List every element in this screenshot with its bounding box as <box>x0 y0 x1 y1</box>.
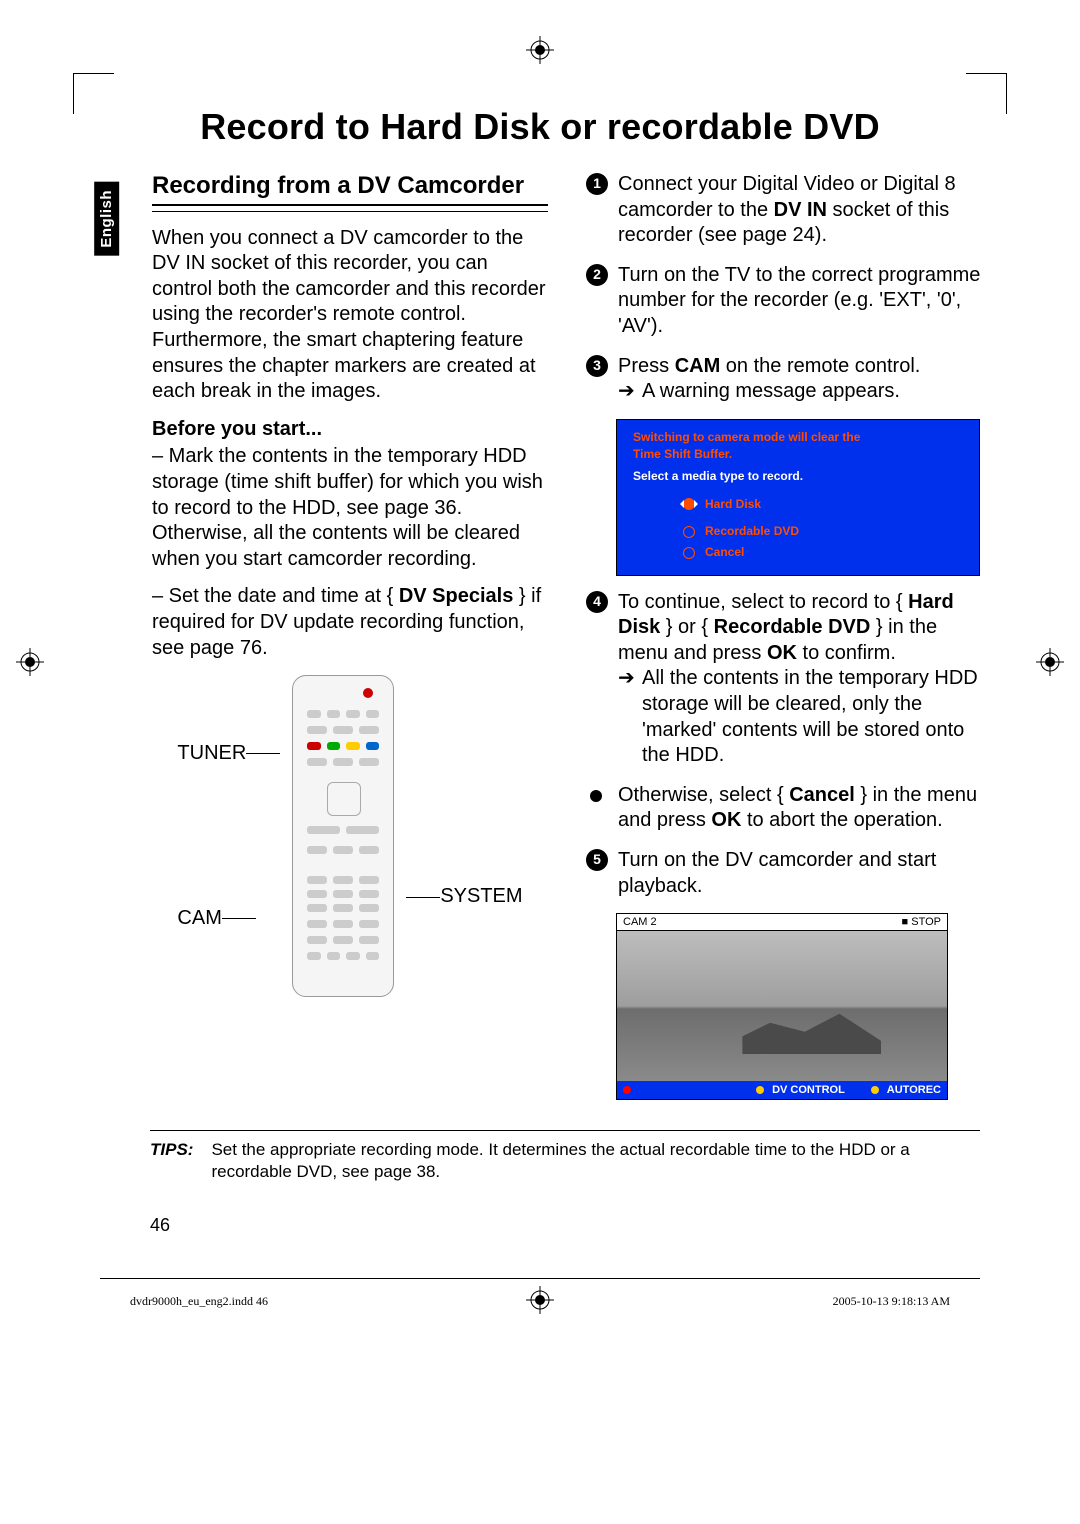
text: – Set the date and time at { <box>152 585 399 607</box>
dv-specials-label: DV Specials <box>399 585 514 607</box>
text: Otherwise, select { <box>618 784 789 806</box>
dialog-warning-line1: Switching to camera mode will clear the <box>633 430 963 445</box>
cam-label: CAM <box>177 906 280 932</box>
step-5: 5 Turn on the DV camcorder and start pla… <box>586 848 982 899</box>
cam-stop-label: ■ STOP <box>902 915 941 929</box>
text: To continue, select to record to { <box>618 591 908 613</box>
text: } or { <box>660 616 713 638</box>
radio-icon <box>683 547 695 559</box>
radio-icon <box>683 526 695 538</box>
dv-in-label: DV IN <box>774 199 827 221</box>
step-4-result: All the contents in the temporary HDD st… <box>618 666 982 768</box>
option-label: Recordable DVD <box>705 524 799 539</box>
yellow-led-icon <box>871 1086 879 1094</box>
right-column: 1 Connect your Digital Video or Digital … <box>586 172 982 1100</box>
text: Turn on the TV to the correct programme … <box>618 264 980 337</box>
registration-mark-left <box>16 648 44 676</box>
cam-button-label: CAM <box>675 355 721 377</box>
before-item-1: – Mark the contents in the temporary HDD… <box>152 444 548 572</box>
dialog-option-cancel[interactable]: Cancel <box>683 545 963 560</box>
dialog-option-recordable-dvd[interactable]: Recordable DVD <box>683 524 963 539</box>
tips-footer: TIPS: Set the appropriate recording mode… <box>150 1130 980 1183</box>
step-bullet-cancel: Otherwise, select { Cancel } in the menu… <box>586 783 982 834</box>
page-content: English Record to Hard Disk or recordabl… <box>94 104 986 1100</box>
remote-control-icon <box>292 675 394 997</box>
media-type-dialog: Switching to camera mode will clear the … <box>616 419 980 576</box>
bullet-5-icon: 5 <box>586 849 608 871</box>
language-tab: English <box>94 182 119 256</box>
dialog-option-hard-disk[interactable]: Hard Disk <box>683 492 963 518</box>
dialog-warning-line2: Time Shift Buffer. <box>633 447 963 462</box>
step-3-result: A warning message appears. <box>618 379 982 405</box>
recordable-dvd-label: Recordable DVD <box>714 616 871 638</box>
bullet-1-icon: 1 <box>586 173 608 195</box>
ok-label: OK <box>767 642 797 664</box>
page-number: 46 <box>150 1214 170 1237</box>
radio-selected-icon <box>683 498 695 510</box>
dv-control-label: DV CONTROL <box>772 1083 845 1097</box>
registration-mark-top <box>526 36 554 64</box>
page-title: Record to Hard Disk or recordable DVD <box>94 104 986 150</box>
registration-mark-right <box>1036 648 1064 676</box>
system-label: SYSTEM <box>406 884 522 910</box>
text: Turn on the DV camcorder and start playb… <box>618 849 936 897</box>
before-you-start-heading: Before you start... <box>152 417 548 443</box>
record-led-icon <box>623 1086 631 1094</box>
bullet-3-icon: 3 <box>586 355 608 377</box>
step-3: 3 Press CAM on the remote control. A war… <box>586 354 982 405</box>
bullet-4-icon: 4 <box>586 591 608 613</box>
step-1: 1 Connect your Digital Video or Digital … <box>586 172 982 249</box>
camcorder-screen-figure: CAM 2 ■ STOP DV CONTROL AUTOREC <box>616 913 948 1100</box>
section-heading: Recording from a DV Camcorder <box>152 172 548 200</box>
yellow-led-icon <box>756 1086 764 1094</box>
step-4: 4 To continue, select to record to { Har… <box>586 590 982 769</box>
left-column: Recording from a DV Camcorder When you c… <box>152 172 548 1100</box>
text: Press <box>618 355 675 377</box>
ok-label: OK <box>711 809 741 831</box>
tuner-label: TUNER <box>177 741 280 767</box>
print-footer: dvdr9000h_eu_eng2.indd 46 2005-10-13 9:1… <box>130 1294 950 1309</box>
heading-rule <box>152 204 548 212</box>
text: on the remote control. <box>720 355 920 377</box>
camcorder-preview-image <box>617 931 947 1081</box>
text: to confirm. <box>797 642 896 664</box>
option-label: Cancel <box>705 545 744 560</box>
bullet-2-icon: 2 <box>586 264 608 286</box>
before-item-2: – Set the date and time at { DV Specials… <box>152 584 548 661</box>
cancel-label: Cancel <box>789 784 855 806</box>
tips-text: Set the appropriate recording mode. It d… <box>211 1139 980 1183</box>
footer-filename: dvdr9000h_eu_eng2.indd 46 <box>130 1294 268 1309</box>
remote-figure: TUNER CAM <box>152 675 548 997</box>
cam-source-label: CAM 2 <box>623 915 657 929</box>
text: to abort the operation. <box>741 809 942 831</box>
option-label: Hard Disk <box>705 497 761 512</box>
bullet-icon <box>590 790 602 802</box>
autorec-label: AUTOREC <box>887 1083 941 1097</box>
footer-timestamp: 2005-10-13 9:18:13 AM <box>833 1294 950 1309</box>
intro-paragraph: When you connect a DV camcorder to the D… <box>152 226 548 405</box>
dialog-prompt: Select a media type to record. <box>633 469 963 484</box>
step-2: 2 Turn on the TV to the correct programm… <box>586 263 982 340</box>
tips-label: TIPS: <box>150 1139 193 1183</box>
